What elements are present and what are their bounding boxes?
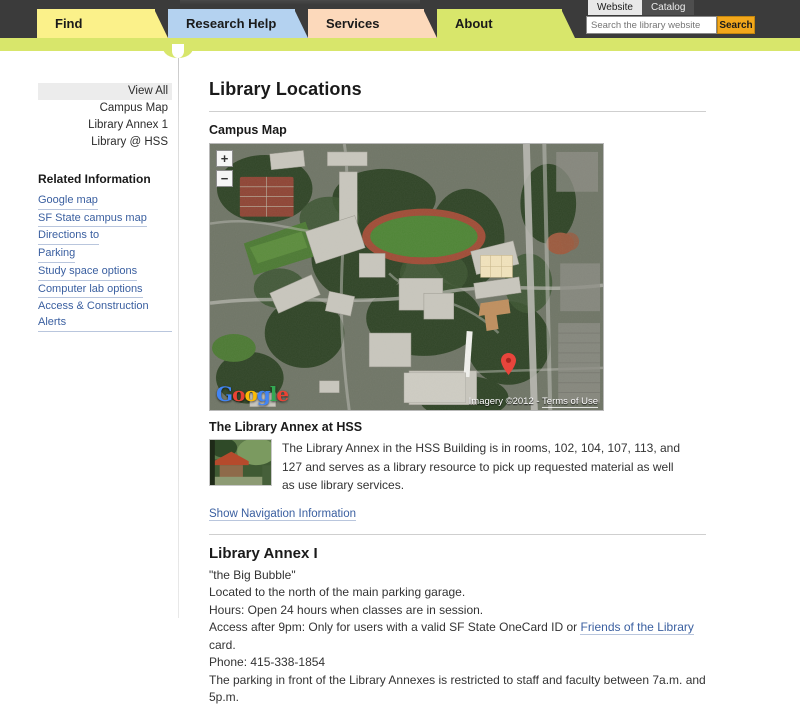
sidebar-item-library-annex-1[interactable]: Library Annex 1 bbox=[38, 117, 172, 134]
map-marker-pin[interactable] bbox=[501, 353, 516, 375]
primary-navigation: Find Research Help Services About bbox=[37, 9, 575, 38]
search-scope-catalog[interactable]: Catalog bbox=[641, 0, 695, 15]
annex-one-parking-note: The parking in front of the Library Anne… bbox=[209, 672, 706, 705]
related-information-links: Google map SF State campus map Direction… bbox=[38, 193, 172, 332]
related-link-access-construction-alerts[interactable]: Access & Construction Alerts bbox=[38, 299, 172, 332]
search-scope-tabs: Website Catalog bbox=[588, 0, 766, 15]
annex-one-phone: Phone: 415-338-1854 bbox=[209, 655, 326, 669]
map-imagery-credit: Imagery ©2012 bbox=[468, 396, 534, 407]
search-input-row: Search bbox=[586, 16, 766, 34]
search-button[interactable]: Search bbox=[717, 16, 755, 34]
search-scope-website[interactable]: Website bbox=[588, 0, 642, 15]
show-navigation-information-link[interactable]: Show Navigation Information bbox=[209, 508, 357, 521]
sidebar-item-view-all[interactable]: View All bbox=[38, 83, 172, 100]
header-logo-clipped bbox=[180, 0, 420, 5]
related-information-heading: Related Information bbox=[38, 172, 151, 186]
tab-skew-shape bbox=[154, 9, 168, 38]
nav-tab-about[interactable]: About bbox=[437, 9, 575, 38]
tab-skew-shape bbox=[423, 9, 437, 38]
related-link-sf-state-campus-map[interactable]: SF State campus map bbox=[38, 211, 147, 228]
related-link-parking[interactable]: Parking bbox=[38, 246, 76, 263]
annex-photo bbox=[210, 440, 271, 485]
map-attribution: Imagery ©2012 - Terms of Use bbox=[468, 396, 598, 408]
sidebar-item-campus-map[interactable]: Campus Map bbox=[38, 100, 172, 117]
nav-tab-research-help-label: Research Help bbox=[186, 16, 277, 31]
related-link-study-space-options[interactable]: Study space options bbox=[38, 264, 138, 281]
search-input[interactable] bbox=[586, 16, 717, 34]
campus-map-viewport[interactable]: + − Google Imagery ©2012 - Terms of Use bbox=[209, 143, 604, 411]
tab-skew-shape bbox=[294, 9, 308, 38]
title-divider bbox=[209, 111, 706, 112]
nav-tab-about-label: About bbox=[455, 16, 493, 31]
map-zoom-in-button[interactable]: + bbox=[216, 150, 233, 167]
sidebar: View All Campus Map Library Annex 1 Libr… bbox=[38, 83, 172, 333]
nav-tab-services-label: Services bbox=[326, 16, 380, 31]
map-terms-of-use-link[interactable]: Terms of Use bbox=[542, 396, 598, 408]
main-content: Library Locations Campus Map + − Google … bbox=[209, 79, 706, 707]
annex-one-hours: Hours: Open 24 hours when classes are in… bbox=[209, 602, 484, 617]
page-body: View All Campus Map Library Annex 1 Libr… bbox=[0, 51, 800, 704]
annex-hss-thumbnail[interactable] bbox=[209, 439, 272, 486]
annex-one-location: Located to the north of the main parking… bbox=[209, 585, 466, 599]
annex-one-nickname: "the Big Bubble" bbox=[209, 567, 296, 582]
annex-one-access-suffix: card. bbox=[209, 637, 236, 652]
page-title: Library Locations bbox=[209, 79, 362, 99]
annex-hss-description: The Library Annex in the HSS Building is… bbox=[282, 441, 681, 492]
google-logo: Google bbox=[216, 382, 289, 406]
satellite-imagery bbox=[210, 144, 603, 410]
nav-tab-research-help[interactable]: Research Help bbox=[168, 9, 308, 38]
section-divider bbox=[209, 533, 706, 535]
annex-one-heading: Library Annex I bbox=[209, 544, 318, 562]
related-link-google-map[interactable]: Google map bbox=[38, 193, 98, 210]
map-zoom-out-button[interactable]: − bbox=[216, 170, 233, 187]
friends-of-the-library-link[interactable]: Friends of the Library bbox=[580, 620, 694, 635]
related-link-computer-lab-options[interactable]: Computer lab options bbox=[38, 282, 143, 299]
accent-bar bbox=[0, 38, 800, 51]
nav-tab-find[interactable]: Find bbox=[37, 9, 168, 38]
nav-tab-find-label: Find bbox=[55, 16, 83, 31]
related-link-directions-to[interactable]: Directions to bbox=[38, 228, 100, 246]
sidebar-divider bbox=[178, 58, 179, 618]
annex-hss-heading: The Library Annex at HSS bbox=[209, 420, 363, 434]
annex-hss-row: The Library Annex in the HSS Building is… bbox=[209, 439, 706, 495]
nav-tab-services[interactable]: Services bbox=[308, 9, 437, 38]
sidebar-item-library-hss[interactable]: Library @ HSS bbox=[38, 134, 172, 151]
site-search: Website Catalog Search bbox=[586, 0, 766, 34]
annex-one-access-prefix: Access after 9pm: Only for users with a … bbox=[209, 620, 581, 634]
annex-one-access: Access after 9pm: Only for users with a … bbox=[209, 619, 706, 654]
map-zoom-controls: + − bbox=[216, 150, 233, 190]
campus-map-heading: Campus Map bbox=[209, 123, 287, 137]
accent-bar-notch-inner bbox=[172, 44, 184, 58]
